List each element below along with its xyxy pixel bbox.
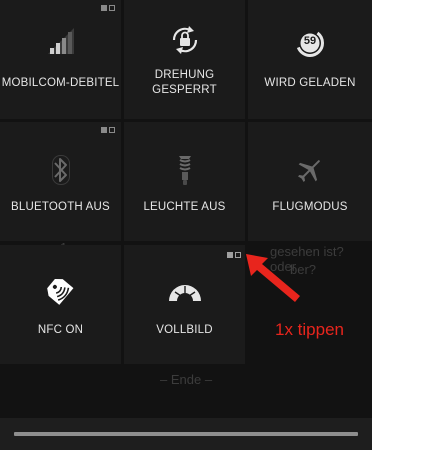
tile-flugmodus[interactable]: FLUGMODUS (248, 122, 372, 241)
airplane-icon (296, 156, 324, 184)
tile-nfc[interactable]: NFC ON (0, 245, 121, 364)
tile-settings-indicator (101, 127, 115, 133)
quick-settings-panel: gesehen ist? oder ber? – Ende – 1 MOBILC… (0, 0, 372, 450)
tile-label: BLUETOOTH AUS (11, 201, 110, 213)
tile-label: VOLLBILD (156, 324, 213, 336)
tile-label: DREHUNG (154, 69, 215, 81)
tile-label: FLUGMODUS (272, 201, 348, 213)
tile-drehung-gesperrt[interactable]: DREHUNG GESPERRT (124, 0, 245, 119)
bluetooth-icon (51, 155, 70, 185)
tile-label: NFC ON (37, 324, 84, 336)
tile-label: LEUCHTE AUS (143, 201, 226, 213)
tile-settings-indicator[interactable] (227, 252, 241, 258)
tile-mobilcom-debitel[interactable]: MOBILCOM-DEBITEL (0, 0, 121, 119)
rotation-lock-icon (170, 26, 200, 54)
tile-label: WIRD GELADEN (264, 77, 356, 89)
tile-label: GESPERRT (152, 84, 217, 96)
tile-vollbild[interactable]: VOLLBILD (124, 245, 245, 364)
tile-settings-indicator (101, 5, 115, 11)
tile-label: MOBILCOM-DEBITEL (1, 77, 120, 89)
signal-bars-icon (47, 28, 74, 54)
battery-charging-icon: 59 (295, 28, 325, 58)
tile-bluetooth[interactable]: BLUETOOTH AUS (0, 122, 121, 241)
fullscreen-arc-icon (167, 281, 203, 303)
background-text-line: – Ende – (160, 372, 213, 387)
tile-leuchte[interactable]: LEUCHTE AUS (124, 122, 245, 241)
tile-wird-geladen[interactable]: 59 WIRD GELADEN (248, 0, 372, 119)
red-arrow-icon (246, 254, 300, 302)
annotation-text: 1x tippen (275, 320, 344, 339)
battery-level: 59 (303, 35, 317, 47)
drag-handle[interactable] (14, 432, 358, 436)
nfc-tag-icon (46, 278, 76, 306)
flashlight-bulb-icon (176, 155, 194, 187)
